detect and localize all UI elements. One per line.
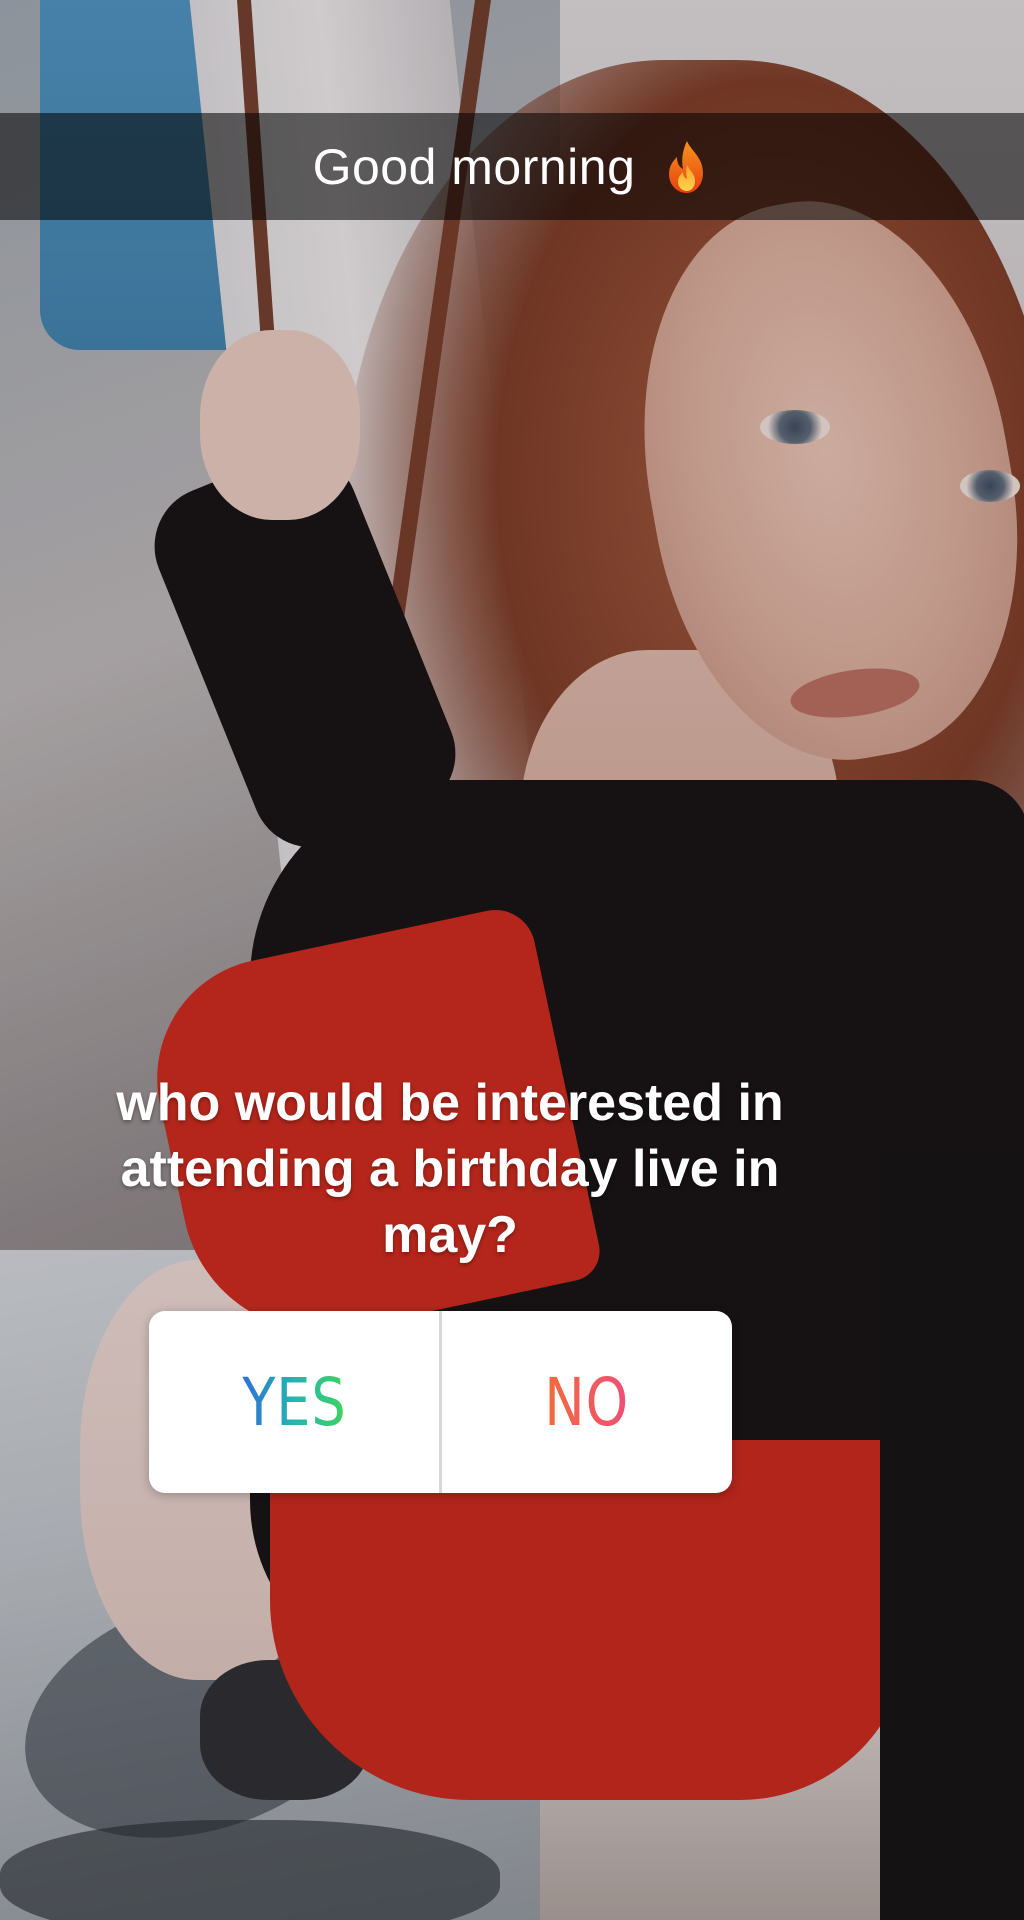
fire-icon <box>663 139 711 195</box>
story-view: Good morning who would be interested in … <box>0 0 1024 1920</box>
poll-option-yes-label: YES <box>241 1363 347 1441</box>
poll-question-line: attending a birthday live in <box>120 1140 780 1198</box>
poll-question-line: may? <box>382 1206 518 1264</box>
poll-question: who would be interested in attending a b… <box>60 1070 840 1268</box>
poll-option-yes[interactable]: YES <box>149 1311 439 1493</box>
photo-filter <box>0 0 1024 1920</box>
poll-option-no[interactable]: NO <box>442 1311 732 1493</box>
poll-question-line: who would be interested in <box>116 1074 784 1132</box>
poll-option-no-label: NO <box>544 1363 630 1441</box>
caption-text: Good morning <box>312 138 636 195</box>
poll-sticker: YES NO <box>149 1311 732 1493</box>
caption-bar: Good morning <box>0 113 1024 220</box>
